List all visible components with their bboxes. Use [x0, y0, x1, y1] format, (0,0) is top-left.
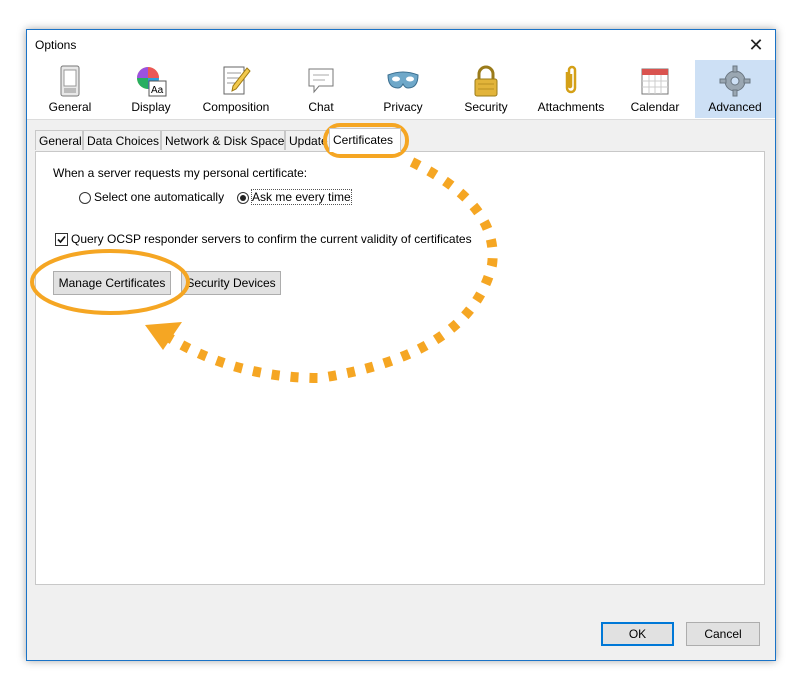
checkmark-icon	[57, 235, 66, 244]
toolbar-advanced[interactable]: Advanced	[695, 60, 775, 118]
tab-update[interactable]: Update	[285, 130, 331, 150]
category-toolbar: General Aa Display Composition Chat Priv…	[27, 60, 775, 120]
toolbar-attachments-label: Attachments	[537, 100, 605, 114]
tab-general[interactable]: General	[35, 130, 83, 150]
toolbar-display-label: Display	[131, 100, 171, 114]
security-icon	[474, 65, 498, 97]
toolbar-calendar[interactable]: Calendar	[623, 60, 687, 118]
radio-ask-every-time[interactable]	[237, 192, 249, 204]
chat-icon	[308, 68, 334, 94]
toolbar-general-label: General	[48, 100, 92, 114]
toolbar-calendar-label: Calendar	[630, 100, 680, 114]
calendar-icon	[641, 68, 669, 95]
display-icon: Aa	[137, 67, 167, 97]
title-bar: Options ✕	[27, 30, 775, 60]
radio-select-automatically[interactable]	[79, 192, 91, 204]
toolbar-privacy-label: Privacy	[383, 100, 423, 114]
window-title: Options	[35, 38, 77, 52]
ocsp-checkbox-label[interactable]: Query OCSP responder servers to confirm …	[71, 232, 472, 246]
radio-ask-every-time-label[interactable]: Ask me every time	[251, 189, 352, 205]
tab-network-disk-space[interactable]: Network & Disk Space	[161, 130, 285, 150]
ok-button[interactable]: OK	[601, 622, 674, 646]
toolbar-chat[interactable]: Chat	[290, 60, 352, 118]
toolbar-advanced-label: Advanced	[708, 100, 762, 114]
toolbar-privacy[interactable]: Privacy	[370, 60, 436, 118]
cancel-button[interactable]: Cancel	[686, 622, 760, 646]
toolbar-security[interactable]: Security	[453, 60, 519, 118]
toolbar-display[interactable]: Aa Display	[118, 60, 184, 118]
toolbar-attachments[interactable]: Attachments	[531, 60, 611, 118]
toolbar-security-label: Security	[464, 100, 508, 114]
toolbar-composition-label: Composition	[202, 100, 270, 114]
certificates-panel: When a server requests my personal certi…	[35, 151, 765, 585]
advanced-icon	[719, 65, 751, 97]
tab-certificates[interactable]: Certificates	[329, 128, 401, 152]
privacy-icon	[387, 71, 419, 89]
ocsp-checkbox[interactable]	[55, 233, 68, 246]
svg-text:Aa: Aa	[151, 85, 164, 96]
close-icon[interactable]: ✕	[743, 32, 769, 58]
toolbar-general[interactable]: General	[36, 60, 104, 118]
manage-certificates-button[interactable]: Manage Certificates	[53, 271, 171, 295]
tab-data-choices[interactable]: Data Choices	[83, 130, 161, 150]
attachments-icon	[565, 65, 577, 94]
toolbar-chat-label: Chat	[308, 100, 334, 114]
general-icon	[60, 65, 80, 97]
certificate-request-prompt: When a server requests my personal certi…	[53, 166, 308, 180]
toolbar-composition[interactable]: Composition	[193, 60, 279, 118]
radio-select-automatically-label[interactable]: Select one automatically	[94, 190, 224, 204]
composition-icon	[223, 66, 251, 95]
security-devices-button[interactable]: Security Devices	[181, 271, 281, 295]
options-dialog: Options ✕ General Aa Display Composition…	[26, 29, 776, 661]
